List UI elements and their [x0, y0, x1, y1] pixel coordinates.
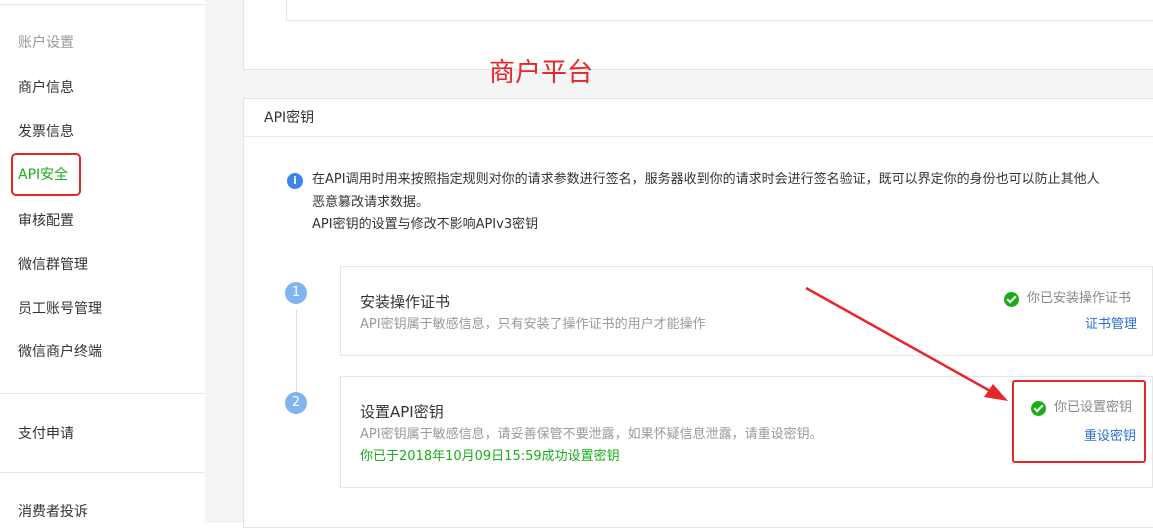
arrow-shaft [805, 286, 993, 394]
arrow-head [984, 384, 1008, 401]
annotation-arrow [805, 286, 1008, 401]
